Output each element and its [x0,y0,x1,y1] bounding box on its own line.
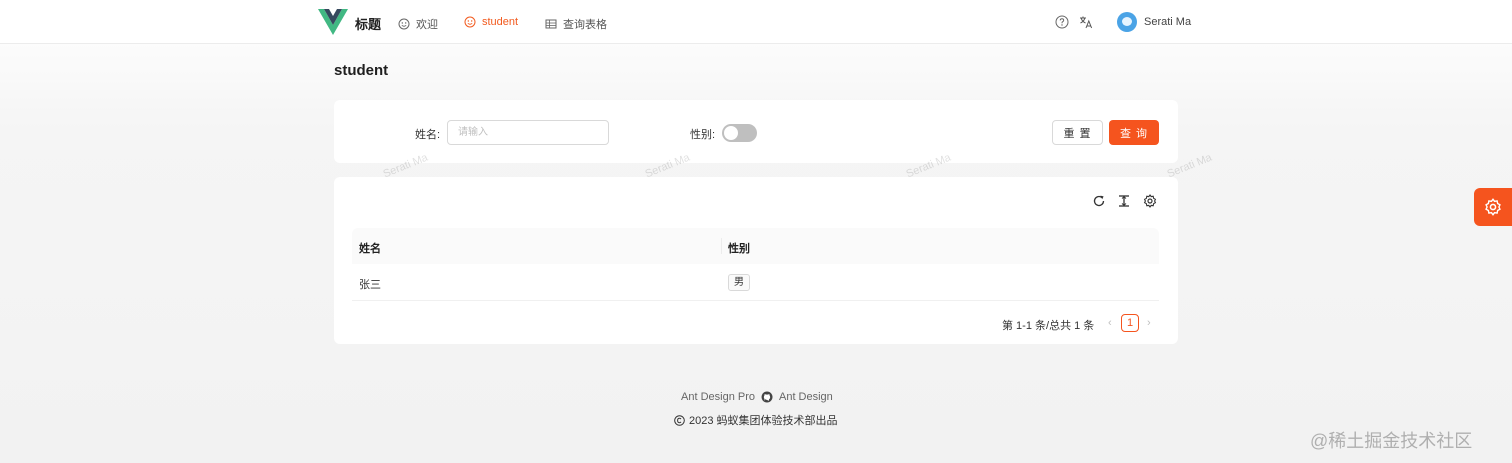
avatar [1117,12,1137,32]
footer-copyright: 2023 蚂蚁集团体验技术部出品 [674,412,838,428]
reload-icon[interactable] [1092,194,1106,208]
nav-item-student[interactable]: student [464,16,518,28]
user-menu[interactable]: Serati Ma [1117,12,1191,32]
settings-drawer-button[interactable] [1474,188,1512,226]
copyright-text: 2023 蚂蚁集团体验技术部出品 [689,415,838,427]
footer-link-ant-design-pro[interactable]: Ant Design Pro [681,391,755,403]
nav-item-label: student [482,16,519,28]
table-header: 姓名 性别 [352,228,1159,264]
cell-name: 张三 [359,279,381,291]
column-divider [721,238,722,254]
prev-page-icon[interactable]: ‹ [1108,317,1112,329]
copyright-icon [674,414,685,426]
name-input[interactable] [447,120,609,145]
app-title[interactable]: 标题 [355,14,381,33]
footer-links: Ant Design Pro Ant Design [681,391,833,403]
switch-knob [724,126,738,140]
nav-item-welcome[interactable]: 欢迎 [398,16,438,32]
nav-item-query-table[interactable]: 查询表格 [545,16,607,32]
nav-item-label: 查询表格 [563,19,607,31]
name-field-label: 姓名: [415,129,441,141]
github-icon[interactable] [761,391,773,403]
column-header-gender: 性别 [728,243,750,255]
page-title: student [334,62,389,79]
translation-icon[interactable] [1079,15,1093,29]
gender-tag: 男 [728,274,750,291]
question-circle-icon[interactable] [1055,15,1069,29]
pagination-total: 第 1-1 条/总共 1 条 [1002,320,1095,332]
page-1-button[interactable]: 1 [1121,314,1139,332]
corner-watermark: @稀土掘金技术社区 [1310,431,1473,451]
smile-icon [398,18,410,30]
setting-icon[interactable] [1143,194,1157,208]
query-button[interactable]: 查 询 [1109,120,1159,145]
setting-icon [1485,198,1501,216]
reset-button[interactable]: 重 置 [1052,120,1103,145]
table-card: 姓名 性别 张三 男 第 1-1 条/总共 1 条 ‹ 1 › [334,177,1178,344]
smile-icon [464,16,476,28]
next-page-icon[interactable]: › [1147,317,1151,329]
user-name: Serati Ma [1144,16,1192,28]
footer-link-ant-design[interactable]: Ant Design [779,391,833,403]
column-height-icon[interactable] [1117,194,1131,208]
gender-switch[interactable] [722,124,757,142]
column-header-name: 姓名 [359,243,381,255]
nav-item-label: 欢迎 [416,19,438,31]
table-row[interactable]: 张三 男 [352,264,1159,301]
top-header: 标题 欢迎 student 查询表格 Serati Ma [0,0,1512,44]
vue-logo-icon[interactable] [318,9,348,35]
table-icon [545,19,557,29]
gender-field-label: 性别: [690,129,716,141]
search-form: 姓名: 性别: 重 置 查 询 [334,100,1178,163]
